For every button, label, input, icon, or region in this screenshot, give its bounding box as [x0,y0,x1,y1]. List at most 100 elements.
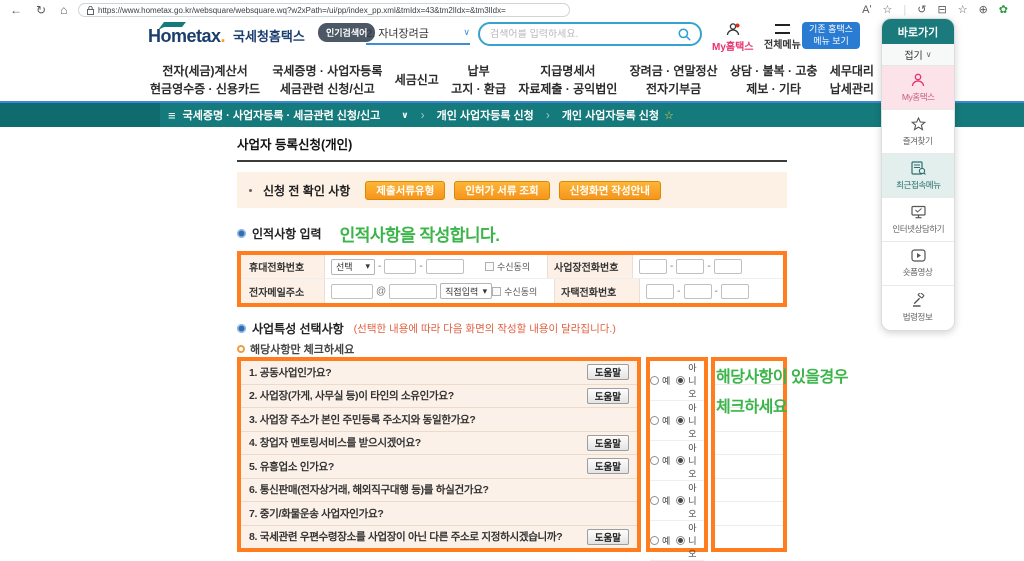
favorites-bar-icon[interactable]: ☆ [958,3,968,17]
question-row-2: 2. 사업장(가게, 사무실 등)이 타인의 소유인가요? 도움말 [241,385,637,408]
browser-toolbar: ← ↻ ⌂ https://www.hometax.go.kr/websquar… [0,0,1024,20]
radio-yes[interactable] [650,536,659,545]
business-traits-section-header: 사업특성 선택사항 (선택한 내용에 따라 다음 화면의 작성할 내용이 달라집… [237,320,787,337]
screen: ← ↻ ⌂ https://www.hometax.go.kr/websquar… [0,0,1024,561]
radio-no[interactable] [676,416,686,425]
bookmark-star-icon[interactable]: ☆ [664,109,674,122]
breadcrumb-menu-dropdown[interactable]: ≡ 국세증명 · 사업자등록 · 세금관련 신청/신고 ∨ [168,107,409,123]
radio-highlight-box: 예아니오 예아니오 예아니오 예아니오 예아니오 예아니오 예아니오 예아니오 [646,357,708,561]
sidebar-item-my-hometax[interactable]: My홈택스 [882,66,954,110]
pre-check-label: 신청 전 확인 사항 [263,183,351,198]
history-icon[interactable]: ↺ [917,3,926,17]
legacy-hometax-button[interactable]: 기존 홈택스 메뉴 보기 [802,22,860,49]
breadcrumb-item-2[interactable]: 개인 사업자등록 신청 [562,107,659,123]
home-phone-2-input[interactable] [683,283,712,299]
radio-no[interactable] [676,496,686,505]
lock-icon [87,5,94,15]
mobile-consent-checkbox[interactable] [485,262,494,271]
sidebar-item-recent-menus[interactable]: 최근접속메뉴 [882,154,954,198]
question-text: 1. 공동사업인가요? [249,366,332,379]
sidebar-item-favorites[interactable]: 즐겨찾기 [882,110,954,154]
home-icon[interactable]: ⌂ [60,4,67,16]
email-consent-checkbox[interactable] [492,286,502,296]
all-menu-button[interactable]: 전체메뉴 [764,23,801,51]
mobile-mid-input[interactable] [384,259,417,274]
radio-no[interactable] [676,376,686,385]
chevron-down-icon: ∨ [925,50,932,59]
split-screen-icon[interactable]: ⊟ [937,3,946,17]
nav-item-certificates[interactable]: 국세증명 · 사업자등록 세금관련 신청/신고 [272,62,382,98]
document-type-button[interactable]: 제출서류유형 [365,180,446,200]
email-id-input[interactable] [331,283,373,299]
person-icon [726,23,740,36]
popular-term: 2. 자녀장려금 [366,27,429,40]
email-domain-select[interactable]: 직접입력 ▾ [440,283,493,299]
help-button[interactable]: 도움말 [586,434,629,451]
nav-item-etax-invoice[interactable]: 전자(세금)계산서 현금영수증 · 신용카드 [150,62,260,98]
radio-yes[interactable] [650,376,659,385]
quick-links-title[interactable]: 바로가기 [882,19,954,44]
nav-item-payment[interactable]: 납부 고지 · 환급 [451,62,506,98]
breadcrumb-separator: › [545,108,550,122]
form-guide-button[interactable]: 신청화면 작성안내 [558,180,661,200]
radio-yes[interactable] [650,416,659,425]
extension-icon[interactable]: ✿ [999,3,1008,17]
business-phone-label: 사업장전화번호 [547,255,633,278]
biz-phone-2-input[interactable] [676,259,705,274]
nav-item-tax-agent[interactable]: 세무대리 납세관리 [830,62,874,98]
at-sign: @ [376,285,387,297]
add-icon[interactable]: ⊕ [979,3,988,17]
email-domain-input[interactable] [389,283,438,299]
radio-yes[interactable] [650,456,659,465]
refresh-icon[interactable]: ↻ [36,4,46,16]
sidebar-item-short-videos[interactable]: 숏폼영상 [882,242,954,286]
nav-item-tax-return[interactable]: 세금신고 [395,71,439,89]
hint-text: 해당사항만 체크하세요 [250,343,355,356]
help-button[interactable]: 도움말 [586,528,629,545]
address-bar[interactable]: https://www.hometax.go.kr/websquare/webs… [78,3,570,17]
search-icon[interactable] [677,27,692,42]
sidebar-item-law-info[interactable]: 법령정보 [882,286,954,330]
nav-item-incentives[interactable]: 장려금 · 연말정산 전자기부금 [630,62,718,98]
help-button[interactable]: 도움말 [586,364,629,381]
collapse-button[interactable]: 접기 ∨ [882,44,954,66]
radio-row-1: 예 아니오 [650,361,704,401]
hometax-logo[interactable]: Hometax. 국세청홈택스 [148,22,305,47]
consent-label: 수신동의 [497,262,531,272]
biz-phone-1-input[interactable] [639,259,667,274]
main-content: 사업자 등록신청(개인) 신청 전 확인 사항 제출서류유형 인허가 서류 조회… [237,134,848,561]
popular-term-dropdown[interactable]: 2. 자녀장려금 ∨ [366,22,470,45]
favorite-icon[interactable]: ☆ [883,3,893,17]
divider: | [903,4,907,16]
home-phone-1-input[interactable] [646,283,675,299]
text-size-icon[interactable]: Aʹ [862,3,871,17]
chevron-down-icon: ∨ [401,109,409,120]
page-title: 사업자 등록신청(개인) [237,134,787,162]
radio-no[interactable] [676,536,686,545]
biz-phone-3-input[interactable] [713,259,742,274]
help-button[interactable]: 도움말 [586,387,629,404]
radio-yes[interactable] [650,496,659,505]
back-icon[interactable]: ← [10,4,22,16]
home-phone-3-input[interactable] [720,283,749,299]
chevron-down-icon: ∨ [463,27,470,37]
question-text: 5. 유흥업소 인가요? [249,460,335,473]
mobile-last-input[interactable] [425,259,464,274]
help-button[interactable]: 도움말 [586,458,629,475]
question-row-4: 4. 창업자 멘토링서비스를 받으시겠어요? 도움말 [241,432,637,455]
personal-info-section-header: 인적사항 입력 인적사항을 작성합니다. [237,221,787,246]
site-header: Hometax. 국세청홈택스 인기검색어 2. 자녀장려금 ∨ My홈택스 전… [0,20,1024,58]
nav-item-consultation[interactable]: 상담 · 불복 · 고충 제보 · 기타 [730,62,818,98]
mobile-prefix-select[interactable]: 선택 ▾ [331,258,375,275]
radio-no[interactable] [676,456,686,465]
menu-icon: ≡ [168,107,176,123]
license-lookup-button[interactable]: 인허가 서류 조회 [454,180,550,200]
my-hometax-button[interactable]: My홈택스 [712,23,754,53]
chevron-down-icon: ▾ [365,261,370,271]
nav-item-statements[interactable]: 지급명세서 자료제출 · 공익법인 [518,62,617,98]
breadcrumb-item-1[interactable]: 개인 사업자등록 신청 [437,107,534,123]
sidebar-item-internet-consult[interactable]: 인터넷상담하기 [882,198,954,242]
quick-links-panel: 바로가기 접기 ∨ My홈택스 즐겨찾기 최근접속메뉴 인터넷상담하기 숏폼영상… [881,18,955,331]
main-nav: 전자(세금)계산서 현금영수증 · 신용카드 국세증명 · 사업자등록 세금관련 신… [0,58,1024,103]
search-input[interactable] [490,28,677,40]
